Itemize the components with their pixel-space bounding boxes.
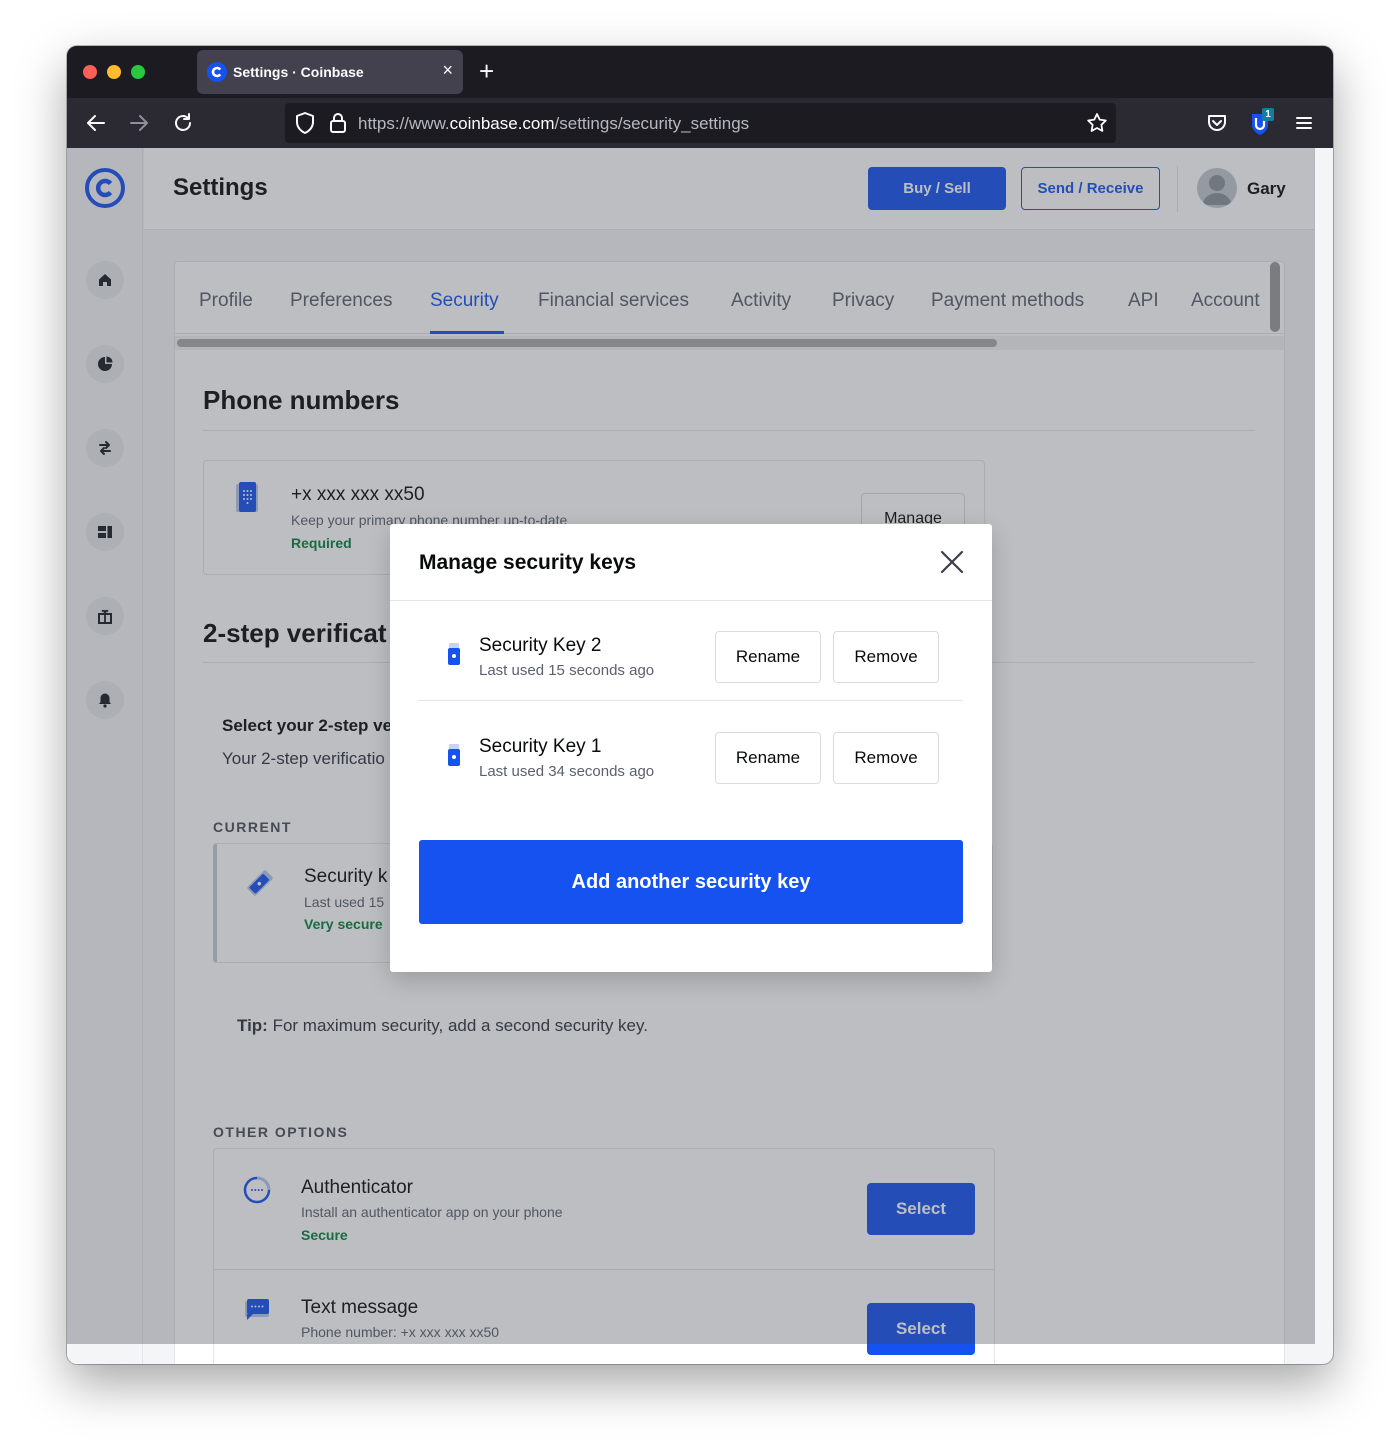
pocket-icon[interactable] [1205, 111, 1229, 135]
rename-key-button[interactable]: Rename [715, 732, 821, 784]
security-key-icon [448, 744, 460, 766]
security-key-last-used: Last used 15 seconds ago [479, 662, 655, 679]
remove-key-button[interactable]: Remove [833, 732, 939, 784]
tab-title: Settings · Coinbase [233, 64, 364, 80]
browser-window: Settings · Coinbase × + https://www.coin… [67, 46, 1333, 1364]
address-bar[interactable]: https://www.coinbase.com/settings/securi… [285, 103, 1116, 143]
page-content: Settings Buy / Sell Send / Receive Gary … [67, 148, 1333, 1364]
tab-close-icon[interactable]: × [442, 60, 453, 80]
security-key-icon [448, 643, 460, 665]
close-window-button[interactable] [83, 65, 97, 79]
coinbase-favicon-icon [207, 62, 227, 82]
minimize-window-button[interactable] [107, 65, 121, 79]
forward-arrow-icon[interactable] [127, 111, 151, 135]
security-key-last-used: Last used 34 seconds ago [479, 763, 655, 780]
manage-security-keys-modal: Manage security keys Security Key 2 Last… [390, 524, 992, 972]
extension-badge: 1 [1262, 108, 1274, 121]
security-key-name: Security Key 2 [479, 635, 602, 656]
lock-icon[interactable] [328, 111, 348, 135]
shield-icon[interactable] [294, 111, 316, 135]
modal-title: Manage security keys [419, 551, 637, 574]
browser-tab[interactable]: Settings · Coinbase × [197, 50, 463, 94]
security-key-row: Security Key 2 Last used 15 seconds ago … [418, 601, 963, 701]
rename-key-button[interactable]: Rename [715, 631, 821, 683]
remove-key-button[interactable]: Remove [833, 631, 939, 683]
browser-tab-strip: Settings · Coinbase × + [67, 46, 1333, 98]
close-icon[interactable] [938, 548, 966, 576]
reload-icon[interactable] [171, 111, 195, 135]
url-prefix: https://www. [358, 114, 450, 133]
url-domain: coinbase.com [449, 114, 555, 133]
back-arrow-icon[interactable] [84, 111, 108, 135]
security-key-row: Security Key 1 Last used 34 seconds ago … [418, 702, 963, 802]
bookmark-star-icon[interactable] [1085, 111, 1109, 135]
zoom-window-button[interactable] [131, 65, 145, 79]
url-path: /settings/security_settings [554, 114, 750, 133]
security-key-name: Security Key 1 [479, 736, 602, 757]
url-text[interactable]: https://www.coinbase.com/settings/securi… [358, 114, 749, 134]
extension-button[interactable]: 1 [1249, 108, 1275, 136]
add-security-key-button[interactable]: Add another security key [419, 840, 963, 924]
new-tab-button[interactable]: + [479, 56, 494, 86]
menu-hamburger-icon[interactable] [1292, 111, 1316, 135]
browser-toolbar: https://www.coinbase.com/settings/securi… [67, 98, 1333, 148]
